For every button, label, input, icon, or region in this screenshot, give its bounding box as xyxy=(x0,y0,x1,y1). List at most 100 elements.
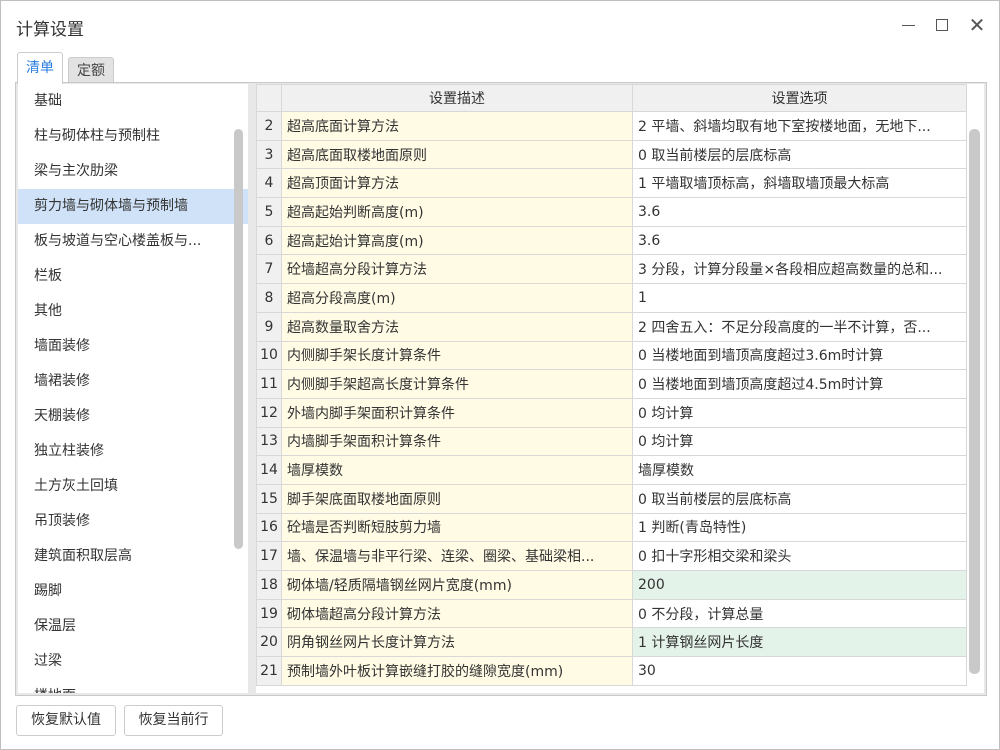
row-index: 21 xyxy=(256,656,282,686)
category-item[interactable]: 墙裙装修 xyxy=(18,364,248,399)
row-index: 14 xyxy=(256,455,282,485)
header-index xyxy=(256,84,282,112)
setting-description: 内墙脚手架面积计算条件 xyxy=(281,426,633,457)
category-item[interactable]: 板与坡道与空心楼盖板与... xyxy=(18,224,248,259)
table-row[interactable]: 9 超高数量取舍方法 2 四舍五入：不足分段高度的一半不计算，否... xyxy=(256,311,967,342)
restore-current-row-button[interactable]: 恢复当前行 xyxy=(124,705,223,736)
dialog-title: 计算设置 xyxy=(16,20,84,40)
setting-option[interactable]: 0 当楼地面到墙顶高度超过4.5m时计算 xyxy=(632,369,967,399)
category-item[interactable]: 踢脚 xyxy=(18,574,248,609)
category-item[interactable]: 剪力墙与砌体墙与预制墙 xyxy=(18,189,248,224)
setting-option[interactable]: 1 xyxy=(632,283,967,313)
setting-option[interactable]: 2 四舍五入：不足分段高度的一半不计算，否... xyxy=(632,311,967,342)
category-item[interactable]: 墙面装修 xyxy=(18,329,248,364)
setting-option[interactable]: 0 取当前楼层的层底标高 xyxy=(632,483,967,514)
setting-option[interactable]: 30 xyxy=(632,656,967,686)
setting-option[interactable]: 0 均计算 xyxy=(632,426,967,457)
table-row[interactable]: 2 超高底面计算方法 2 平墙、斜墙均取有地下室按楼地面，无地下... xyxy=(256,111,967,141)
table-row[interactable]: 15 脚手架底面取楼地面原则 0 取当前楼层的层底标高 xyxy=(256,483,967,514)
category-item[interactable]: 吊顶装修 xyxy=(18,504,248,539)
table-row[interactable]: 16 砼墙是否判断短肢剪力墙 1 判断(青岛特性) xyxy=(256,512,967,543)
table-row[interactable]: 19 砌体墙超高分段计算方法 0 不分段，计算总量 xyxy=(256,598,967,629)
restore-default-button[interactable]: 恢复默认值 xyxy=(16,705,116,736)
table-row[interactable]: 6 超高起始计算高度(m) 3.6 xyxy=(256,225,967,256)
table-row[interactable]: 14 墙厚模数 墙厚模数 xyxy=(256,455,967,485)
category-item[interactable]: 独立柱装修 xyxy=(18,434,248,469)
minimize-button[interactable] xyxy=(893,11,923,39)
category-list-scrollbar[interactable] xyxy=(234,129,243,549)
row-index: 10 xyxy=(256,340,282,371)
calc-settings-dialog: 计算设置 ✕ 清单 定额 基础 柱与砌体柱与预制柱 梁与主次肋梁 剪力墙与砌体墙与预制… xyxy=(0,0,1000,750)
category-item[interactable]: 过梁 xyxy=(18,644,248,679)
close-button[interactable]: ✕ xyxy=(962,11,992,39)
row-index: 5 xyxy=(256,197,282,227)
category-item[interactable]: 柱与砌体柱与预制柱 xyxy=(18,119,248,154)
category-item[interactable]: 天棚装修 xyxy=(18,399,248,434)
setting-option[interactable]: 墙厚模数 xyxy=(632,455,967,485)
row-index: 2 xyxy=(256,111,282,141)
setting-description: 阴角钢丝网片长度计算方法 xyxy=(281,627,633,658)
table-row[interactable]: 11 内侧脚手架超高长度计算条件 0 当楼地面到墙顶高度超过4.5m时计算 xyxy=(256,369,967,399)
table-row[interactable]: 13 内墙脚手架面积计算条件 0 均计算 xyxy=(256,426,967,457)
table-scrollbar[interactable] xyxy=(969,129,980,674)
category-item[interactable]: 土方灰土回填 xyxy=(18,469,248,504)
setting-option[interactable]: 1 平墙取墙顶标高，斜墙取墙顶最大标高 xyxy=(632,168,967,199)
setting-description: 内侧脚手架长度计算条件 xyxy=(281,340,633,371)
setting-description: 超高顶面计算方法 xyxy=(281,168,633,199)
setting-description: 墙厚模数 xyxy=(281,455,633,485)
setting-description: 墙、保温墙与非平行梁、连梁、圈梁、基础梁相... xyxy=(281,541,633,571)
table-row[interactable]: 10 内侧脚手架长度计算条件 0 当楼地面到墙顶高度超过3.6m时计算 xyxy=(256,340,967,371)
close-icon: ✕ xyxy=(968,13,986,37)
setting-description: 砼墙是否判断短肢剪力墙 xyxy=(281,512,633,543)
tab-qingdan[interactable]: 清单 xyxy=(17,52,63,84)
setting-option[interactable]: 1 判断(青岛特性) xyxy=(632,512,967,543)
maximize-button[interactable] xyxy=(927,11,957,39)
setting-description: 脚手架底面取楼地面原则 xyxy=(281,483,633,514)
setting-option[interactable]: 200 xyxy=(632,570,967,600)
setting-option[interactable]: 0 取当前楼层的层底标高 xyxy=(632,139,967,170)
row-index: 12 xyxy=(256,397,282,428)
category-item[interactable]: 基础 xyxy=(18,84,248,119)
table-row[interactable]: 12 外墙内脚手架面积计算条件 0 均计算 xyxy=(256,397,967,428)
setting-description: 预制墙外叶板计算嵌缝打胶的缝隙宽度(mm) xyxy=(281,656,633,686)
row-index: 13 xyxy=(256,426,282,457)
setting-option[interactable]: 3.6 xyxy=(632,197,967,227)
setting-description: 砌体墙超高分段计算方法 xyxy=(281,598,633,629)
table-row[interactable]: 4 超高顶面计算方法 1 平墙取墙顶标高，斜墙取墙顶最大标高 xyxy=(256,168,967,199)
table-row[interactable]: 21 预制墙外叶板计算嵌缝打胶的缝隙宽度(mm) 30 xyxy=(256,656,967,686)
table-row[interactable]: 17 墙、保温墙与非平行梁、连梁、圈梁、基础梁相... 0 扣十字形相交梁和梁头 xyxy=(256,541,967,571)
setting-option[interactable]: 0 扣十字形相交梁和梁头 xyxy=(632,541,967,571)
row-index: 18 xyxy=(256,570,282,600)
setting-description: 砼墙超高分段计算方法 xyxy=(281,254,633,285)
row-index: 19 xyxy=(256,598,282,629)
setting-option[interactable]: 0 均计算 xyxy=(632,397,967,428)
setting-option[interactable]: 0 不分段，计算总量 xyxy=(632,598,967,629)
minimize-icon xyxy=(901,24,915,26)
setting-description: 超高分段高度(m) xyxy=(281,283,633,313)
row-index: 8 xyxy=(256,283,282,313)
category-item[interactable]: 建筑面积取层高 xyxy=(18,539,248,574)
category-item[interactable]: 梁与主次肋梁 xyxy=(18,154,248,189)
setting-option[interactable]: 3.6 xyxy=(632,225,967,256)
category-list: 基础 柱与砌体柱与预制柱 梁与主次肋梁 剪力墙与砌体墙与预制墙 板与坡道与空心楼盖板与.… xyxy=(18,84,248,693)
category-item[interactable]: 楼地面 xyxy=(18,679,248,693)
table-row[interactable]: 5 超高起始判断高度(m) 3.6 xyxy=(256,197,967,227)
setting-option[interactable]: 1 计算钢丝网片长度 xyxy=(632,627,967,658)
setting-option[interactable]: 2 平墙、斜墙均取有地下室按楼地面，无地下... xyxy=(632,111,967,141)
category-item[interactable]: 保温层 xyxy=(18,609,248,644)
category-item[interactable]: 栏板 xyxy=(18,259,248,294)
table-row[interactable]: 18 砌体墙/轻质隔墙钢丝网片宽度(mm) 200 xyxy=(256,570,967,600)
settings-table: 设置描述 设置选项 2 超高底面计算方法 2 平墙、斜墙均取有地下室按楼地面，无地下… xyxy=(256,84,967,686)
table-row[interactable]: 3 超高底面取楼地面原则 0 取当前楼层的层底标高 xyxy=(256,139,967,170)
row-index: 11 xyxy=(256,369,282,399)
table-row[interactable]: 7 砼墙超高分段计算方法 3 分段，计算分段量×各段相应超高数量的总和... xyxy=(256,254,967,285)
category-item[interactable]: 其他 xyxy=(18,294,248,329)
row-index: 9 xyxy=(256,311,282,342)
table-row[interactable]: 20 阴角钢丝网片长度计算方法 1 计算钢丝网片长度 xyxy=(256,627,967,658)
tab-dinge[interactable]: 定额 xyxy=(68,57,114,83)
setting-option[interactable]: 0 当楼地面到墙顶高度超过3.6m时计算 xyxy=(632,340,967,371)
table-row[interactable]: 8 超高分段高度(m) 1 xyxy=(256,283,967,313)
row-index: 4 xyxy=(256,168,282,199)
setting-description: 内侧脚手架超高长度计算条件 xyxy=(281,369,633,399)
setting-option[interactable]: 3 分段，计算分段量×各段相应超高数量的总和... xyxy=(632,254,967,285)
